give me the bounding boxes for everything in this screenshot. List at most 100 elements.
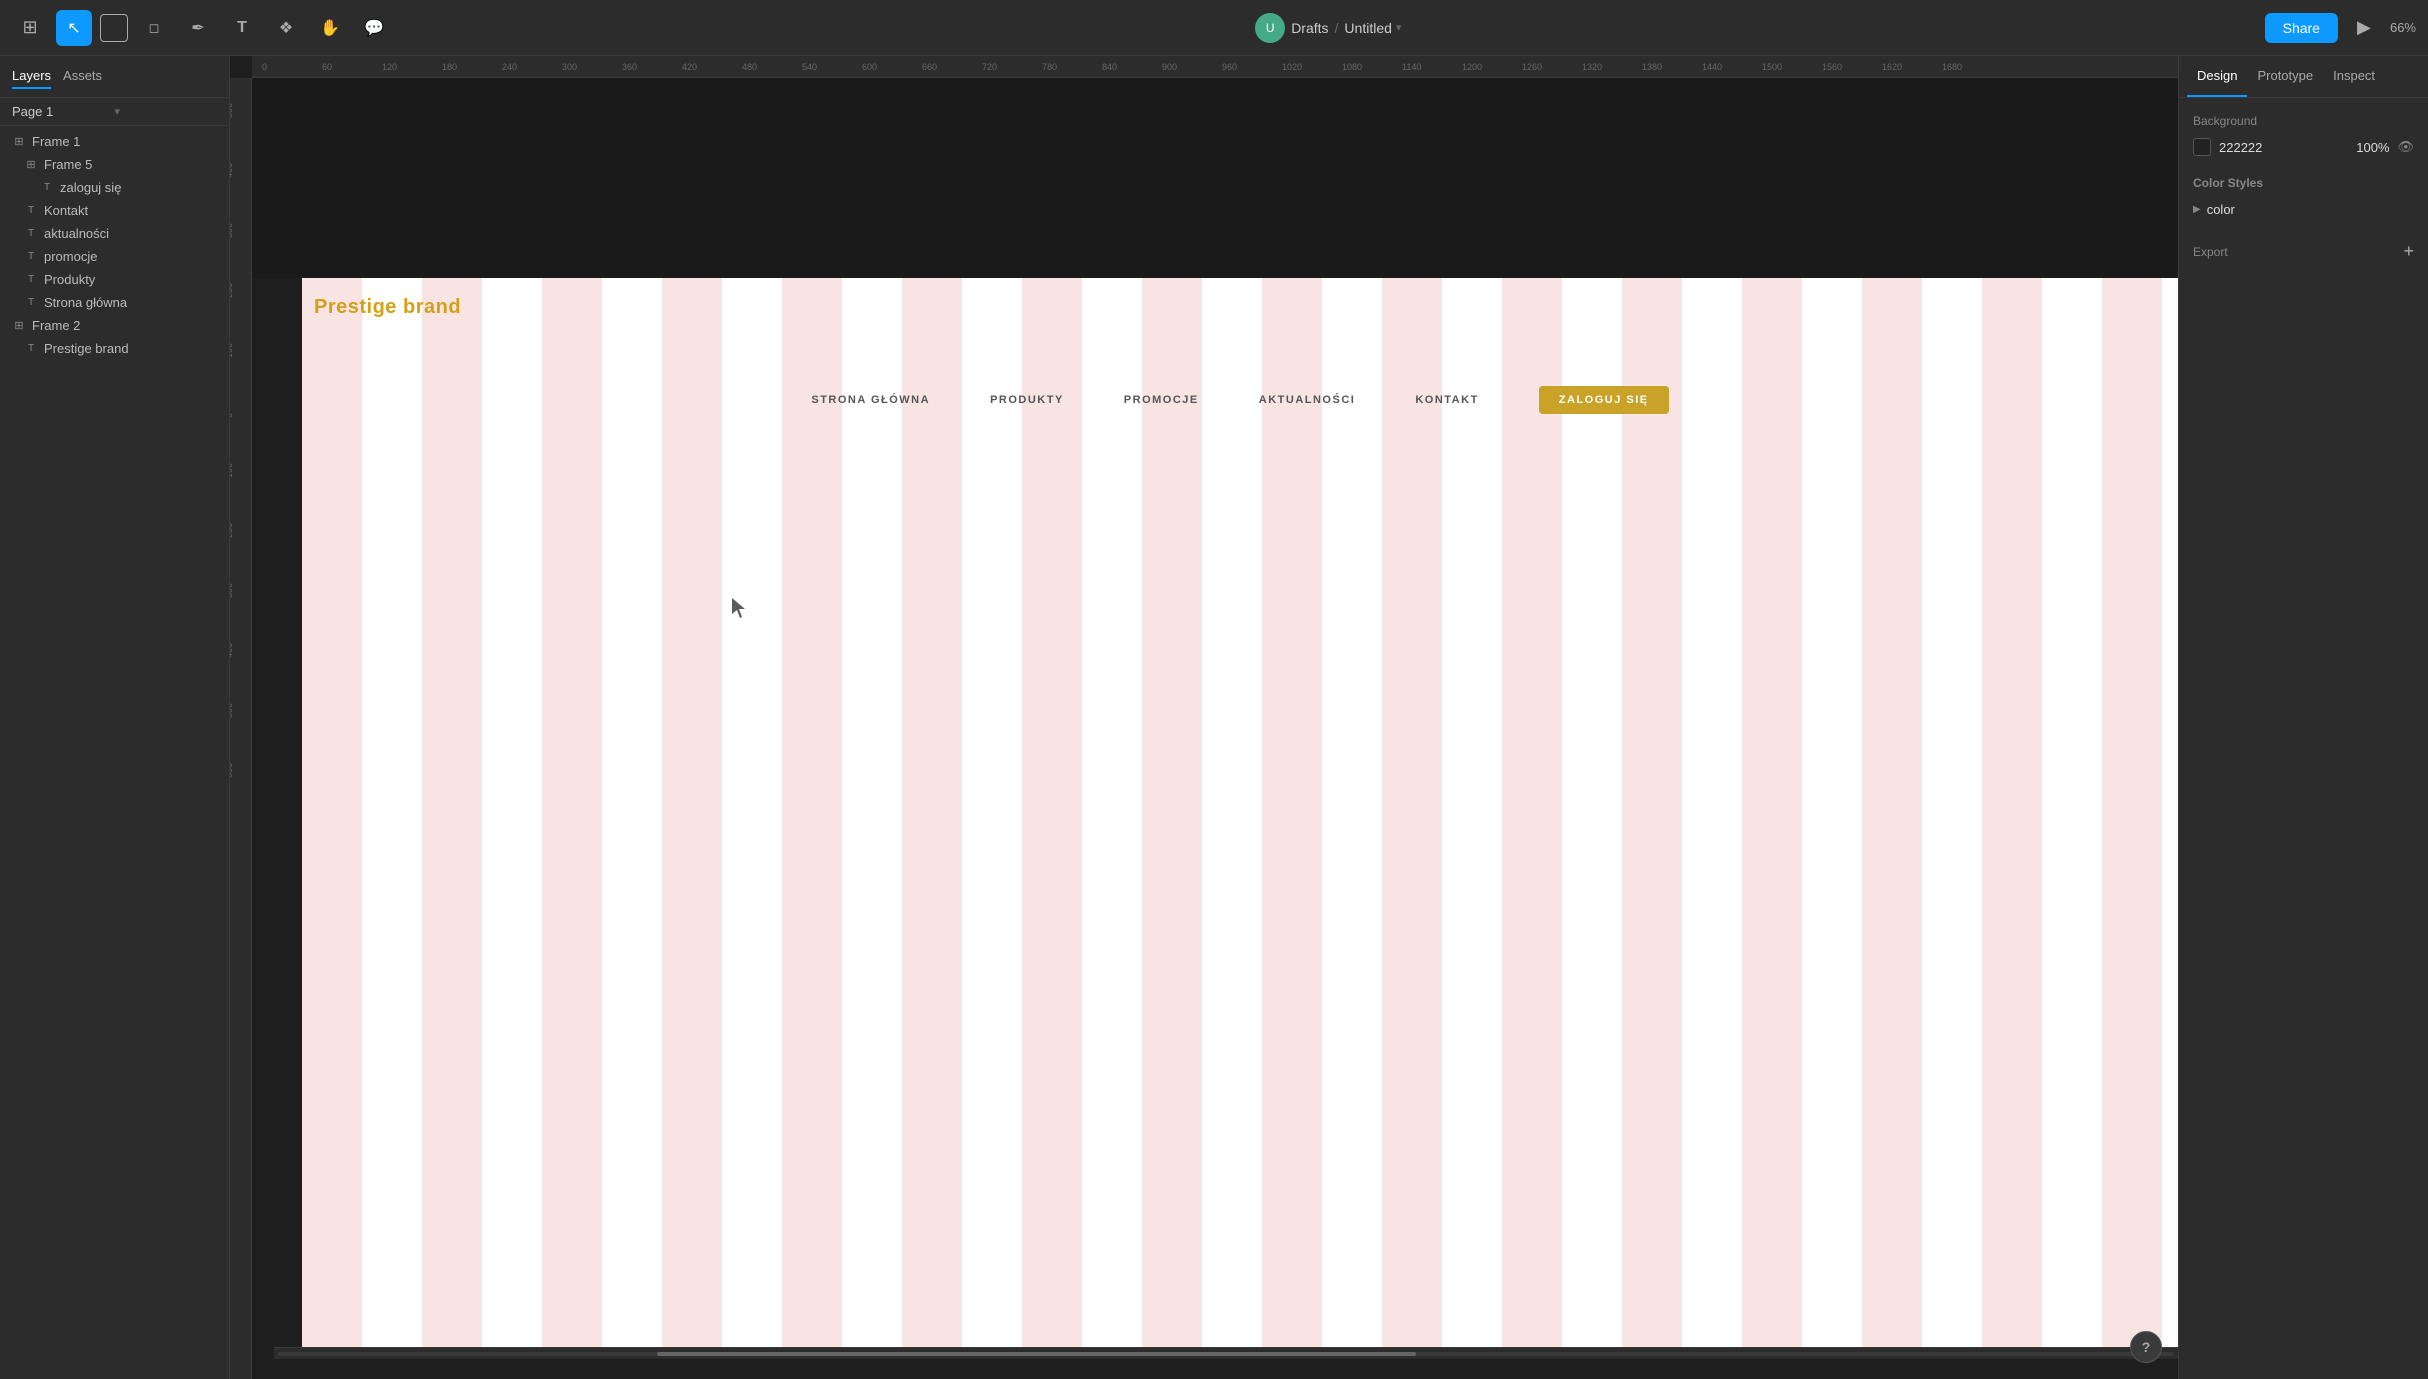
ruler-top: 0 60 120 180 240 300 360 420 480 540 600… [252,56,2178,78]
svg-text:600: 600 [862,62,877,72]
user-avatar: U [1255,13,1285,43]
canvas-content[interactable]: Prestige brand STRONA GŁÓWNA PRODUKTY PR… [252,78,2178,1359]
share-button[interactable]: Share [2265,13,2338,43]
layer-item-frame5[interactable]: ⊞ Frame 5 [0,153,229,176]
zoom-label[interactable]: 66% [2390,20,2416,35]
color-styles-label: Color Styles [2193,176,2263,190]
layer-item-zaloguj[interactable]: T zaloguj się [0,176,229,199]
export-add-button[interactable]: + [2403,241,2414,262]
prestige-brand-label: Prestige brand [314,296,461,319]
play-button[interactable]: ▶ [2348,12,2380,44]
color-styles-section: Color Styles ▶ color [2193,176,2414,221]
background-hex-value[interactable]: 222222 [2219,140,2348,155]
svg-text:1020: 1020 [1282,62,1302,72]
background-opacity-value[interactable]: 100% [2356,140,2389,155]
visibility-eye-icon[interactable]: 👁 [2397,139,2414,155]
layer-item-kontakt[interactable]: T Kontakt [0,199,229,222]
page-name: Page 1 [12,104,115,119]
tab-layers[interactable]: Layers [12,64,51,89]
comment-tool-icon[interactable]: 💬 [356,10,392,46]
text-tool-icon[interactable]: T [224,10,260,46]
page-selector[interactable]: Page 1 ▾ [0,98,229,126]
select-tool-icon[interactable]: ↖ [56,10,92,46]
artboard[interactable]: Prestige brand STRONA GŁÓWNA PRODUKTY PR… [302,278,2178,1359]
ruler-left: 500 400 300 200 100 0 100 200 300 400 50… [230,78,252,1379]
layer-item-strona[interactable]: T Strona główna [0,291,229,314]
nav-item-produkty[interactable]: PRODUKTY [990,394,1064,406]
background-label: Background [2193,114,2414,128]
layer-name-strona: Strona główna [44,295,217,310]
toolbar-right: Share ▶ 66% [2265,12,2416,44]
svg-text:1260: 1260 [1522,62,1542,72]
breadcrumb-title[interactable]: Untitled ▾ [1344,20,1401,36]
right-panel-content: Background 222222 100% 👁 Color Styles ▶ … [2179,98,2428,1379]
tab-prototype[interactable]: Prototype [2247,56,2323,97]
expand-triangle-icon: ▶ [2193,204,2201,215]
layer-name-frame2: Frame 2 [32,318,217,333]
layer-name-kontakt: Kontakt [44,203,217,218]
document-title: Untitled [1344,20,1391,36]
nav-item-promocje[interactable]: PROMOCJE [1124,394,1199,406]
text-icon: T [24,228,38,239]
svg-text:500: 500 [230,703,234,718]
layer-item-prestige[interactable]: T Prestige brand [0,337,229,360]
hand-tool-icon[interactable]: ✋ [312,10,348,46]
main-layout: Layers Assets Page 1 ▾ ⊞ Frame 1 ⊞ Frame… [0,56,2428,1379]
tab-inspect[interactable]: Inspect [2323,56,2385,97]
dropdown-chevron-icon: ▾ [1396,21,1402,34]
layer-name-frame5: Frame 5 [44,157,217,172]
svg-text:480: 480 [742,62,757,72]
svg-text:840: 840 [1102,62,1117,72]
horizontal-scrollbar[interactable] [274,1347,2178,1359]
layer-item-frame1[interactable]: ⊞ Frame 1 [0,130,229,153]
nav-item-aktualnosci[interactable]: AKTUALNOŚCI [1259,394,1356,406]
nav-content: Prestige brand STRONA GŁÓWNA PRODUKTY PR… [302,278,2178,1359]
svg-text:1620: 1620 [1882,62,1902,72]
layer-item-produkty[interactable]: T Produkty [0,268,229,291]
breadcrumb-separator: / [1335,20,1339,36]
tab-design[interactable]: Design [2187,56,2247,97]
pen-tool-icon[interactable]: ✒ [180,10,216,46]
tab-assets[interactable]: Assets [63,64,102,89]
svg-text:60: 60 [322,62,332,72]
svg-text:1200: 1200 [1462,62,1482,72]
main-menu-icon[interactable]: ⊞ [12,10,48,46]
svg-text:240: 240 [502,62,517,72]
nav-item-strona[interactable]: STRONA GŁÓWNA [811,394,930,406]
frame-tool-icon[interactable] [100,14,128,42]
artboard-inner: Prestige brand STRONA GŁÓWNA PRODUKTY PR… [302,278,2178,1359]
svg-text:1680: 1680 [1942,62,1962,72]
layer-item-promocje[interactable]: T promocje [0,245,229,268]
layer-name-frame1: Frame 1 [32,134,217,149]
svg-text:500: 500 [230,103,234,118]
page-dropdown-icon: ▾ [115,105,218,118]
svg-text:1560: 1560 [1822,62,1842,72]
background-color-swatch[interactable] [2193,138,2211,156]
breadcrumb: U Drafts / Untitled ▾ [1255,13,1401,43]
shape-tool-icon[interactable]: ◻ [136,10,172,46]
layer-name-produkty: Produkty [44,272,217,287]
text-icon: T [24,251,38,262]
svg-text:200: 200 [230,523,234,538]
nav-bar: STRONA GŁÓWNA PRODUKTY PROMOCJE AKTUALNO… [302,386,2178,414]
frame-icon: ⊞ [24,158,38,171]
svg-text:100: 100 [230,463,234,478]
components-tool-icon[interactable]: ❖ [268,10,304,46]
canvas-area[interactable]: 0 60 120 180 240 300 360 420 480 540 600… [230,56,2178,1379]
help-button[interactable]: ? [2130,1331,2162,1363]
zaloguj-button[interactable]: ZALOGUJ SIĘ [1539,386,1669,414]
layer-item-aktualnosci[interactable]: T aktualności [0,222,229,245]
scrollbar-thumb[interactable] [657,1352,1415,1356]
text-icon: T [40,182,54,193]
breadcrumb-drafts: Drafts [1291,20,1328,36]
text-icon: T [24,274,38,285]
layer-item-frame2[interactable]: ⊞ Frame 2 [0,314,229,337]
svg-text:960: 960 [1222,62,1237,72]
color-group-item[interactable]: ▶ color [2193,198,2414,221]
svg-text:600: 600 [230,763,234,778]
svg-text:1380: 1380 [1642,62,1662,72]
nav-item-kontakt[interactable]: KONTAKT [1415,394,1478,406]
svg-text:300: 300 [230,223,234,238]
svg-text:1080: 1080 [1342,62,1362,72]
svg-text:400: 400 [230,643,234,658]
